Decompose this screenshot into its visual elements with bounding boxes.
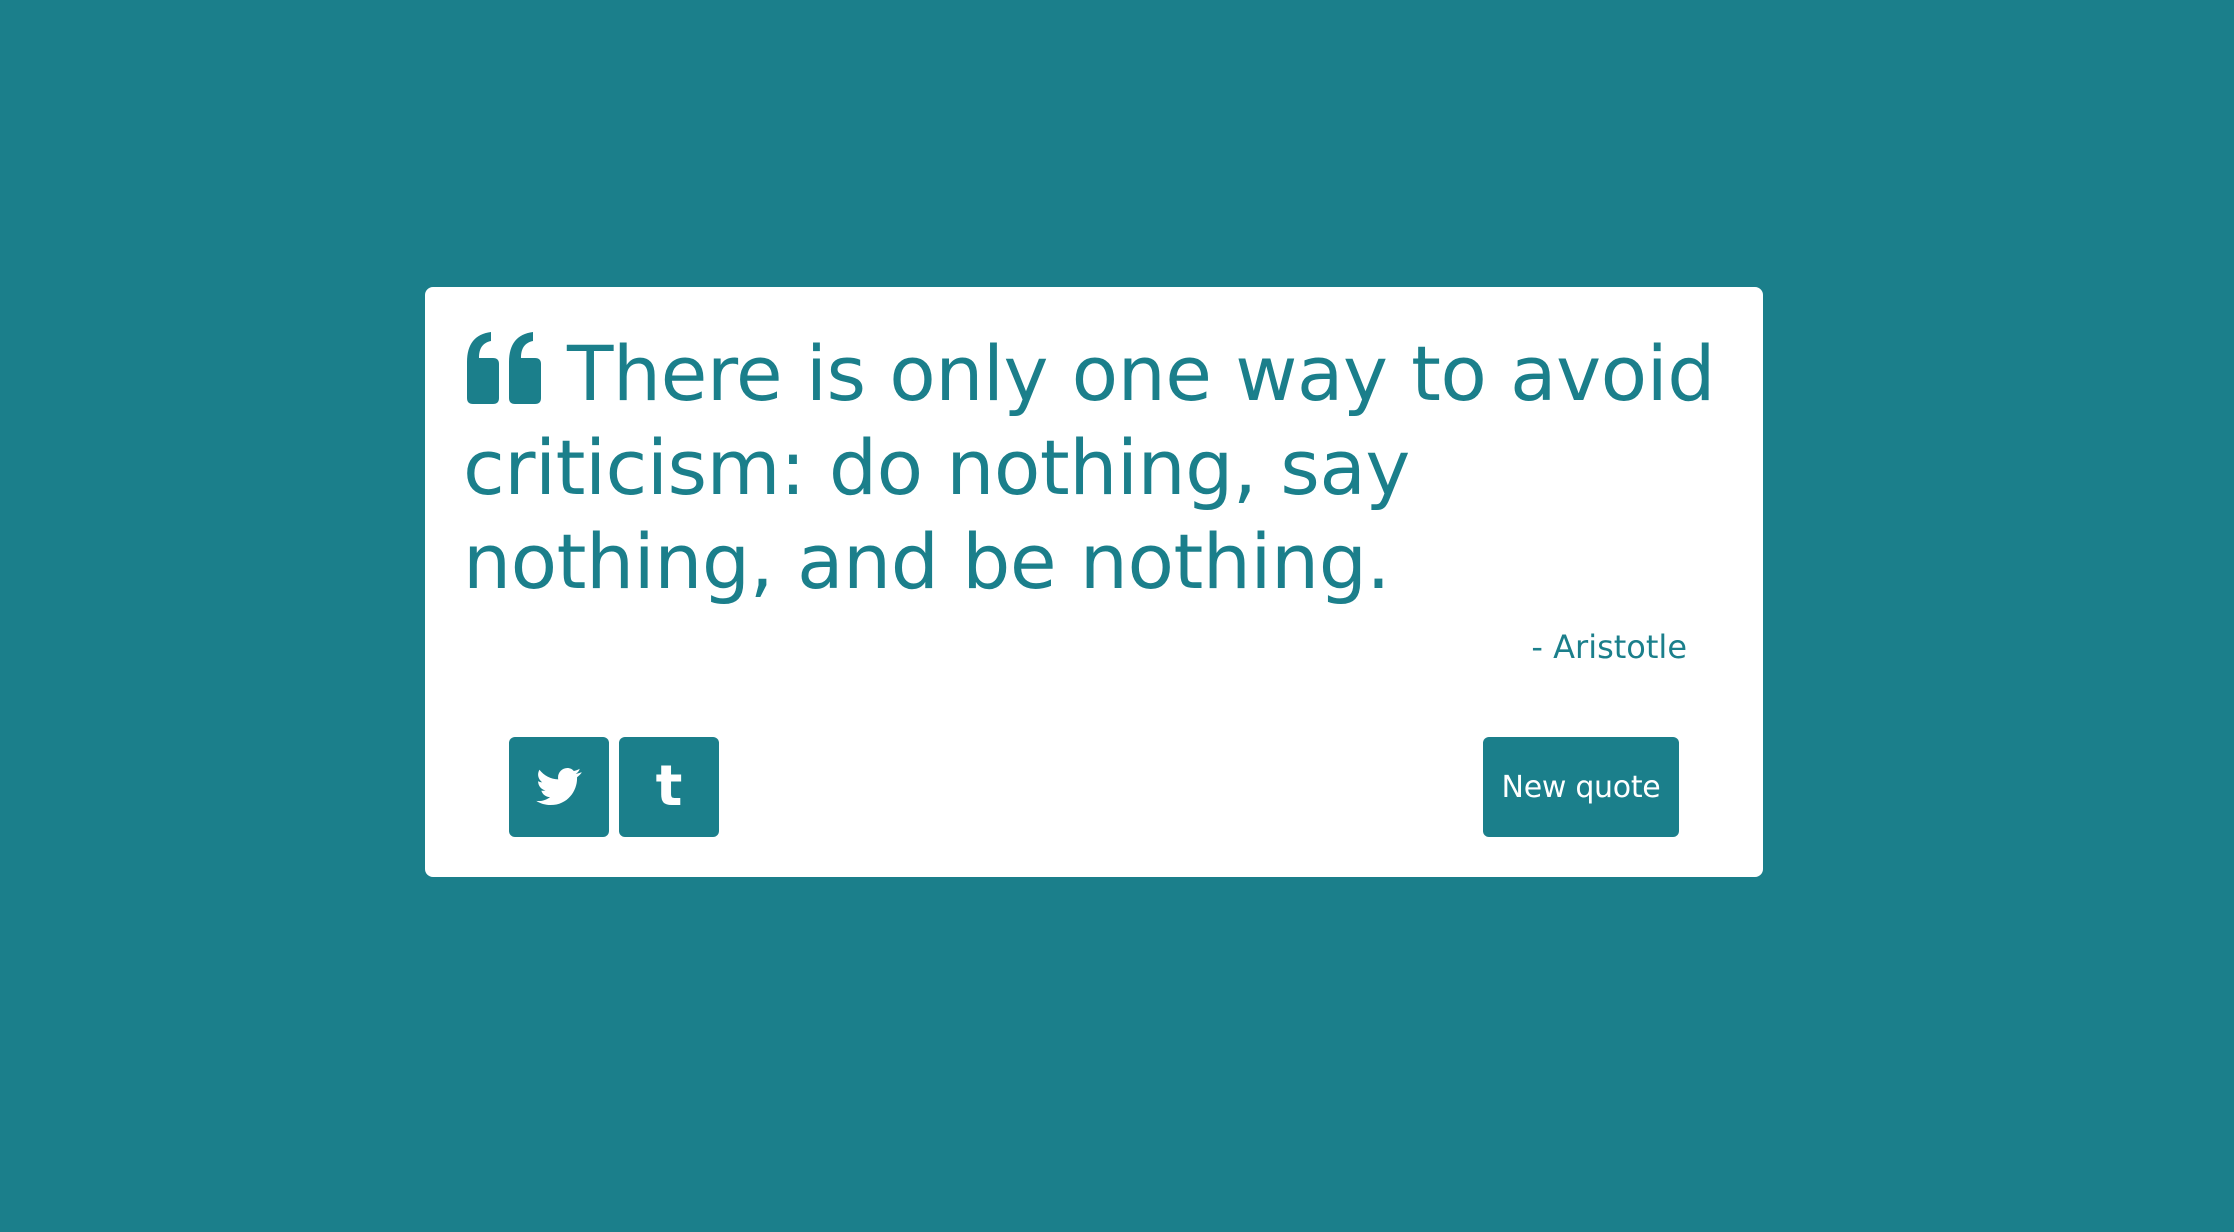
twitter-icon (536, 768, 582, 806)
quote-left-icon (463, 332, 545, 404)
quote-author: - Aristotle (1531, 628, 1687, 666)
tweet-button[interactable] (509, 737, 609, 837)
new-quote-button[interactable]: New quote (1483, 737, 1679, 837)
tumblr-icon: t (655, 754, 683, 819)
quote-card: There is only one way to avoid criticism… (425, 287, 1763, 877)
tumblr-button[interactable]: t (619, 737, 719, 837)
quote-block: There is only one way to avoid criticism… (463, 327, 1733, 609)
quote-text: There is only one way to avoid criticism… (463, 329, 1715, 606)
